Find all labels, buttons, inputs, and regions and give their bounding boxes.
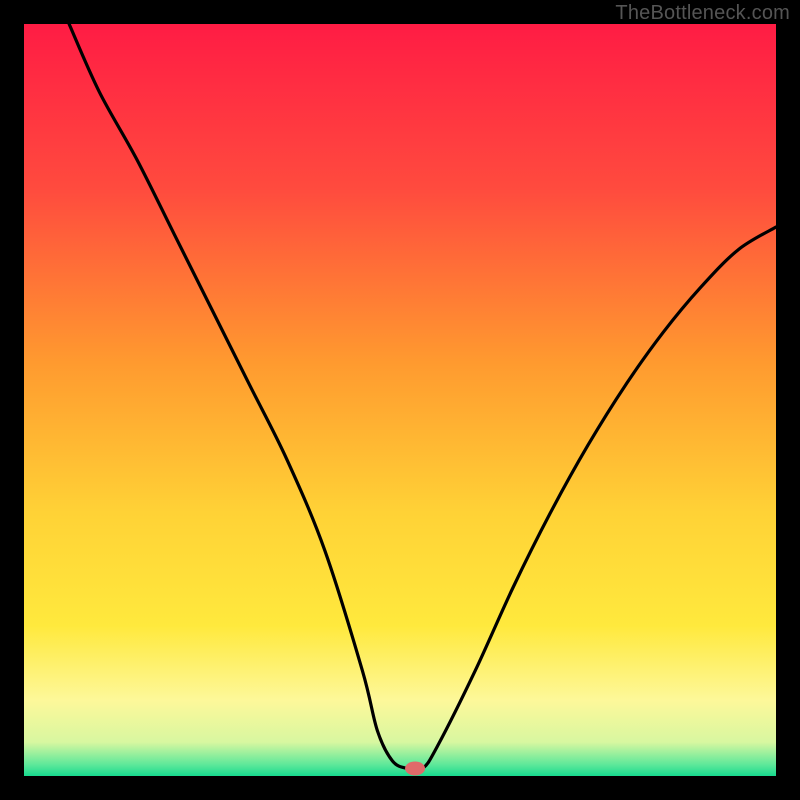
gradient-background (24, 24, 776, 776)
optimal-point-marker (405, 761, 425, 775)
chart-frame: TheBottleneck.com (0, 0, 800, 800)
chart-plot-area (24, 24, 776, 776)
chart-svg (24, 24, 776, 776)
watermark-text: TheBottleneck.com (615, 2, 790, 25)
